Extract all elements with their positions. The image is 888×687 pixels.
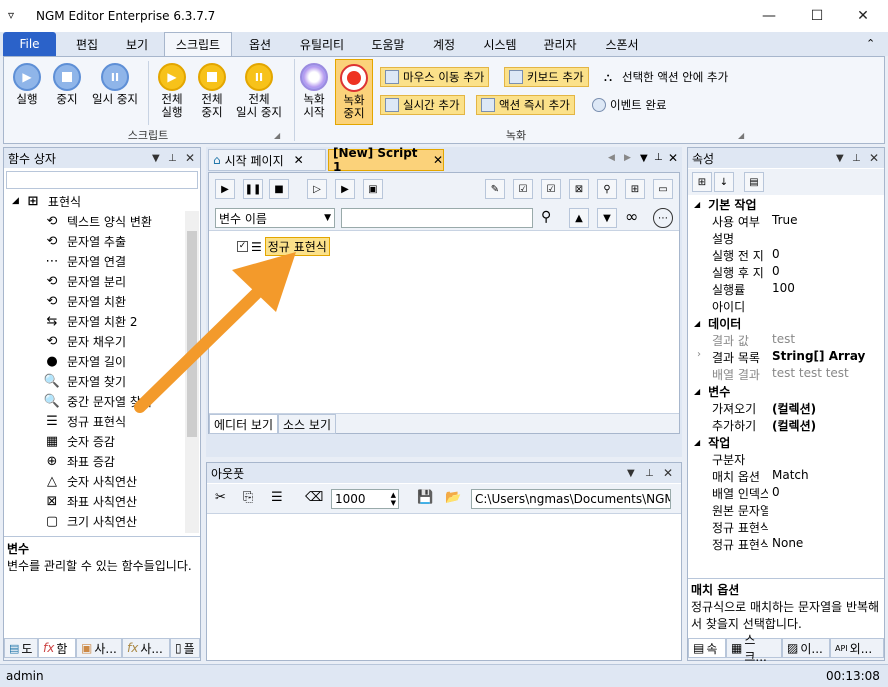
annotation-arrow — [134, 252, 296, 413]
